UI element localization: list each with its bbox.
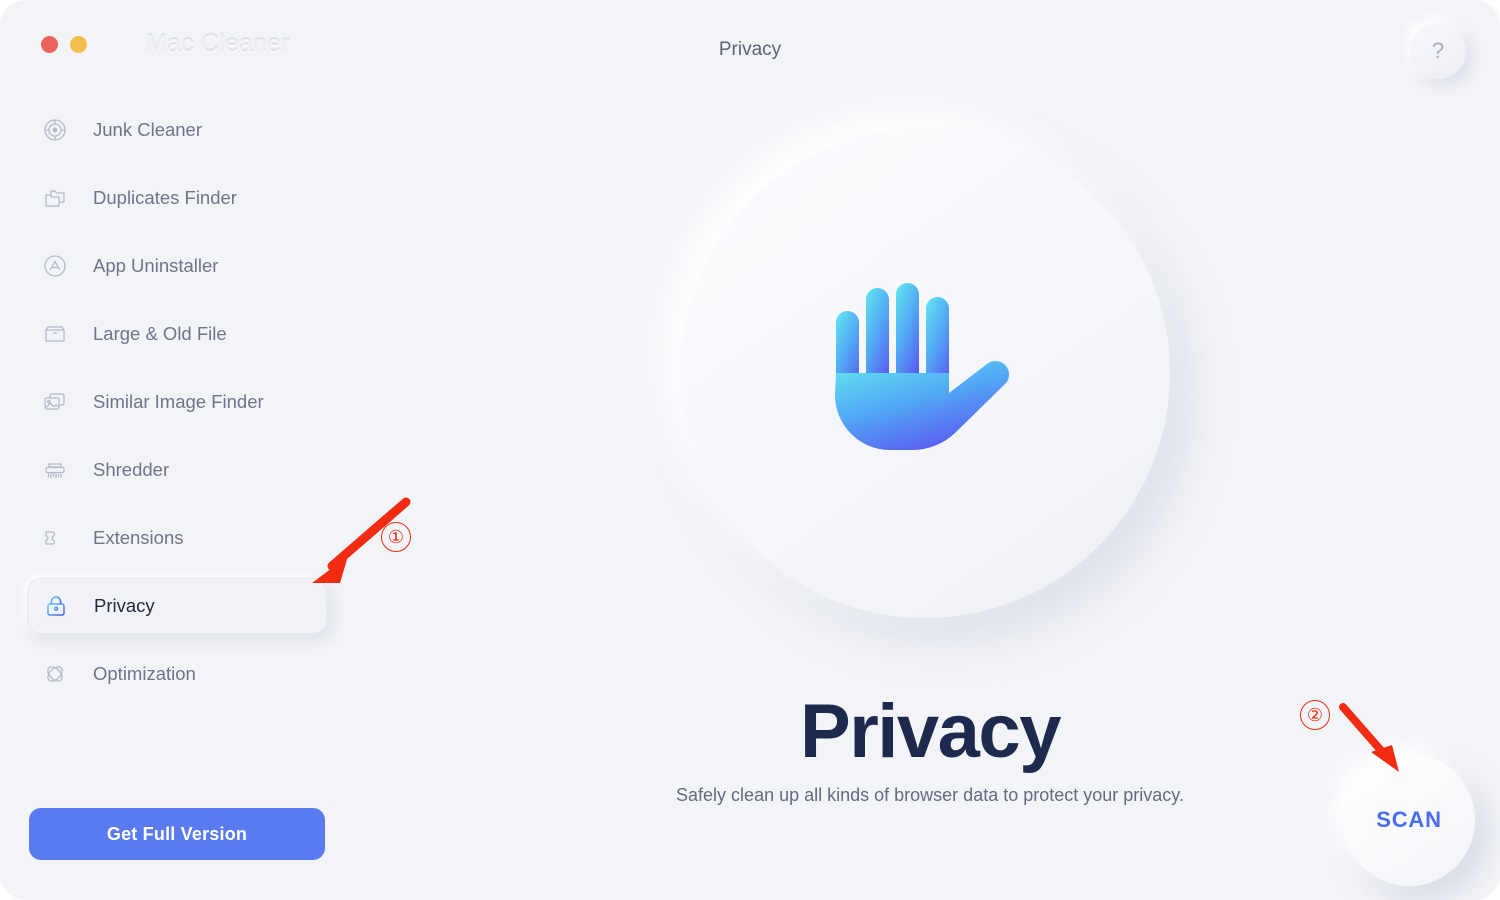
sidebar: Junk Cleaner Duplicates Finder App Unins… bbox=[0, 96, 360, 900]
box-icon bbox=[42, 321, 68, 347]
sidebar-item-label: Similar Image Finder bbox=[93, 391, 264, 412]
sidebar-item-shredder[interactable]: Shredder bbox=[27, 442, 327, 498]
sidebar-item-label: Large & Old File bbox=[93, 323, 227, 344]
question-mark-icon: ? bbox=[1431, 38, 1445, 63]
lock-icon bbox=[43, 593, 69, 619]
app-store-icon bbox=[42, 253, 68, 279]
atom-icon bbox=[42, 661, 68, 687]
sidebar-item-extensions[interactable]: Extensions bbox=[27, 510, 327, 566]
hero-illustration-circle bbox=[680, 128, 1170, 618]
sidebar-item-label: App Uninstaller bbox=[93, 255, 219, 276]
sidebar-item-label: Optimization bbox=[93, 663, 196, 684]
main-content: Privacy Safely clean up all kinds of bro… bbox=[360, 96, 1500, 900]
stop-hand-icon bbox=[835, 283, 1010, 451]
main-subheading: Safely clean up all kinds of browser dat… bbox=[676, 785, 1184, 805]
titlebar: Mac Cleaner Privacy ? bbox=[0, 0, 1500, 96]
sidebar-item-label: Extensions bbox=[93, 527, 184, 548]
sidebar-item-optimization[interactable]: Optimization bbox=[27, 646, 327, 702]
sidebar-item-label: Privacy bbox=[94, 595, 155, 616]
scan-button[interactable]: SCAN bbox=[1343, 754, 1475, 886]
sidebar-item-label: Duplicates Finder bbox=[93, 187, 237, 208]
folders-icon bbox=[42, 185, 68, 211]
sidebar-item-duplicates-finder[interactable]: Duplicates Finder bbox=[27, 170, 327, 226]
get-full-version-button[interactable]: Get Full Version bbox=[29, 808, 325, 860]
puzzle-piece-icon bbox=[42, 525, 68, 551]
sidebar-item-large-old-file[interactable]: Large & Old File bbox=[27, 306, 327, 362]
page-title: Privacy bbox=[718, 39, 782, 60]
sidebar-item-junk-cleaner[interactable]: Junk Cleaner bbox=[27, 102, 327, 158]
target-icon bbox=[42, 117, 68, 143]
sidebar-item-privacy[interactable]: Privacy bbox=[27, 578, 327, 634]
sidebar-item-app-uninstaller[interactable]: App Uninstaller bbox=[27, 238, 327, 294]
shredder-icon bbox=[42, 457, 68, 483]
sidebar-item-label: Shredder bbox=[93, 459, 170, 480]
sidebar-item-similar-image-finder[interactable]: Similar Image Finder bbox=[27, 374, 327, 430]
sidebar-item-label: Junk Cleaner bbox=[93, 119, 203, 140]
images-icon bbox=[42, 389, 68, 415]
main-heading: Privacy bbox=[800, 689, 1061, 774]
app-window: Mac Cleaner Privacy ? Junk Cleaner Dupli… bbox=[0, 0, 1500, 900]
help-button[interactable]: ? bbox=[1410, 23, 1466, 79]
